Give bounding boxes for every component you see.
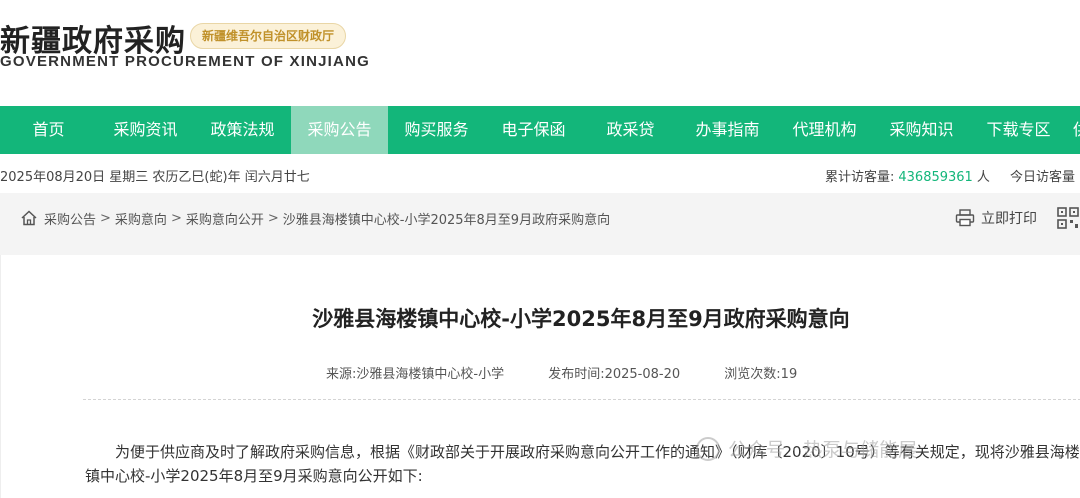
printer-icon [955, 209, 975, 227]
breadcrumb: 采购公告 > 采购意向 > 采购意向公开 > 沙雅县海楼镇中心校-小学2025年… [20, 207, 610, 229]
nav-item-downloads[interactable]: 下载专区 [970, 106, 1067, 154]
nav-item-home[interactable]: 首页 [0, 106, 97, 154]
visitor-label: 累计访客量: [825, 170, 895, 185]
breadcrumb-separator: > [100, 210, 111, 226]
article-source: 来源:沙雅县海楼镇中心校-小学 [326, 367, 505, 382]
article-title: 沙雅县海楼镇中心校-小学2025年8月至9月政府采购意向 [312, 307, 850, 331]
nav-item-announcements[interactable]: 采购公告 [291, 106, 388, 154]
nav-item-agencies[interactable]: 代理机构 [776, 106, 873, 154]
article-card: 沙雅县海楼镇中心校-小学2025年8月至9月政府采购意向 来源:沙雅县海楼镇中心… [0, 255, 1080, 498]
nav-item-loans[interactable]: 政采贷 [582, 106, 679, 154]
content-area: 采购公告 > 采购意向 > 采购意向公开 > 沙雅县海楼镇中心校-小学2025年… [0, 193, 1080, 498]
qr-code-icon[interactable] [1057, 207, 1079, 229]
divider [83, 399, 1080, 400]
article-paragraph: 为便于供应商及时了解政府采购信息，根据《财政部关于开展政府采购意向公开工作的通知… [85, 443, 1080, 485]
breadcrumb-item-announcements[interactable]: 采购公告 [44, 209, 96, 228]
visitor-unit: 人 [976, 170, 990, 185]
nav-item-policy[interactable]: 政策法规 [194, 106, 291, 154]
site-logo-subtitle: GOVERNMENT PROCUREMENT OF XINJIANG [0, 53, 370, 70]
breadcrumb-item-current: 沙雅县海楼镇中心校-小学2025年8月至9月政府采购意向 [282, 212, 611, 228]
department-badge: 新疆维吾尔自治区财政厅 [190, 23, 347, 49]
nav-item-suppliers[interactable]: 供 [1067, 106, 1080, 154]
print-button[interactable]: 立即打印 [955, 207, 1037, 229]
today-visitors-label: 今日访客量 [1010, 170, 1076, 185]
breadcrumb-separator: > [267, 210, 279, 226]
main-nav: 首页 采购资讯 政策法规 采购公告 购买服务 电子保函 政采贷 办事指南 代理机… [0, 106, 1080, 154]
breadcrumb-item-intentions[interactable]: 采购意向 [115, 209, 167, 228]
print-label: 立即打印 [981, 211, 1037, 227]
home-icon[interactable] [20, 209, 38, 227]
nav-item-news[interactable]: 采购资讯 [97, 106, 194, 154]
site-header: 新疆政府采购 新疆维吾尔自治区财政厅 GOVERNMENT PROCUREMEN… [0, 0, 1080, 106]
article-views: 浏览次数:19 [724, 367, 798, 382]
current-date: 2025年08月20日 星期三 农历乙巳(蛇)年 闰六月廿七 [0, 170, 310, 185]
info-bar: 2025年08月20日 星期三 农历乙巳(蛇)年 闰六月廿七 累计访客量: 436… [0, 155, 1080, 193]
nav-item-guide[interactable]: 办事指南 [679, 106, 776, 154]
nav-item-e-guarantee[interactable]: 电子保函 [485, 106, 582, 154]
article-publish-time: 发布时间:2025-08-20 [548, 367, 681, 382]
breadcrumb-item-intentions-public[interactable]: 采购意向公开 [186, 209, 264, 228]
breadcrumb-separator: > [170, 210, 182, 226]
nav-item-knowledge[interactable]: 采购知识 [873, 106, 970, 154]
article-meta: 来源:沙雅县海楼镇中心校-小学 发布时间:2025-08-20 浏览次数:19 [326, 363, 797, 382]
visitor-counter: 累计访客量: 436859361 人 [825, 166, 990, 185]
visitor-count: 436859361 [898, 170, 973, 185]
nav-item-purchase-services[interactable]: 购买服务 [388, 106, 485, 154]
